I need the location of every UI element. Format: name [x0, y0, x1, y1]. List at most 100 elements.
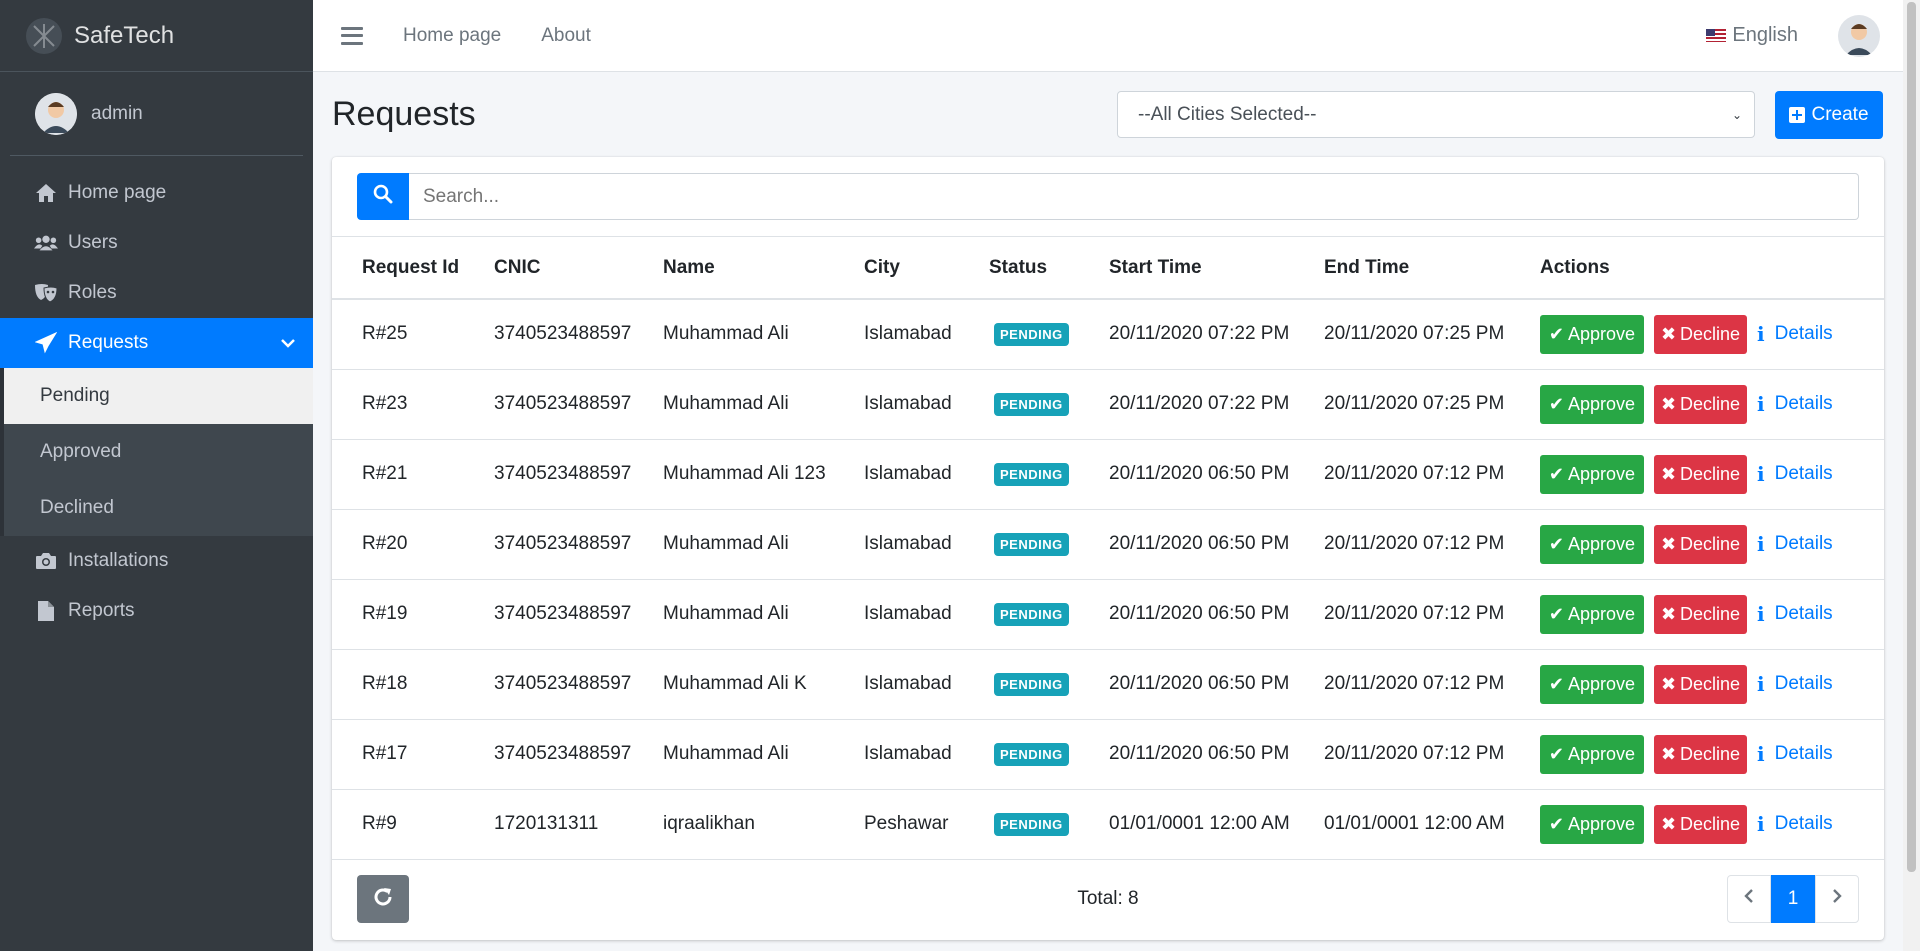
city-cell: Islamabad — [864, 533, 952, 554]
sidebar-item-installations[interactable]: Installations — [0, 536, 313, 586]
requests-card: Request Id CNIC Name City Status Start T… — [332, 157, 1884, 940]
next-page-button[interactable] — [1815, 875, 1859, 923]
navbar-user-avatar[interactable] — [1838, 14, 1880, 57]
sidebar-item-label: Requests — [68, 332, 149, 353]
nav-link-home[interactable]: Home page — [403, 25, 501, 47]
language-label: English — [1732, 24, 1798, 46]
user-panel[interactable]: admin — [10, 72, 303, 156]
approve-button[interactable]: ✔ Approve — [1540, 804, 1644, 844]
column-header[interactable]: Request Id — [332, 237, 494, 299]
name-cell: iqraalikhan — [663, 813, 755, 834]
sidebar-item-label: Home page — [68, 182, 167, 203]
brand-link[interactable]: SafeTech — [0, 0, 313, 72]
sidebar-item-roles[interactable]: Roles — [0, 268, 313, 318]
details-link[interactable]: i Details — [1757, 602, 1833, 626]
approve-button[interactable]: ✔ Approve — [1540, 734, 1644, 774]
submenu-item-approved[interactable]: Approved — [0, 424, 313, 480]
end-time-cell: 20/11/2020 07:25 PM — [1324, 323, 1505, 345]
search-button[interactable] — [357, 173, 409, 220]
end-time-cell: 20/11/2020 07:12 PM — [1324, 603, 1505, 624]
approve-label: Approve — [1568, 813, 1636, 834]
us-flag-icon — [1706, 29, 1727, 42]
request-id-cell: R#19 — [362, 603, 408, 624]
sidebar-item-reports[interactable]: Reports — [0, 586, 313, 636]
status-badge: PENDING — [994, 322, 1069, 346]
decline-label: Decline — [1680, 603, 1741, 624]
table-row: R#25 3740523488597 Muhammad Ali Islamabad PE… — [332, 299, 1884, 369]
approve-button[interactable]: ✔ Approve — [1540, 384, 1644, 424]
column-header[interactable]: Name — [663, 237, 864, 299]
home-icon — [34, 181, 58, 205]
city-select-value: --All Cities Selected-- — [1138, 103, 1317, 125]
actions-cell: ✔ Approve ✖ Decline i Details — [1540, 789, 1884, 859]
decline-button[interactable]: ✖ Decline — [1654, 314, 1747, 354]
details-link[interactable]: i Details — [1757, 462, 1833, 486]
masks-icon — [34, 281, 58, 305]
decline-button[interactable]: ✖ Decline — [1654, 734, 1747, 774]
nav-link-about[interactable]: About — [541, 25, 591, 47]
language-selector[interactable]: English — [1706, 24, 1798, 47]
table-row: R#21 3740523488597 Muhammad Ali 123 Islamab… — [332, 439, 1884, 509]
close-icon: ✖ — [1660, 673, 1677, 694]
create-button[interactable]: Create — [1775, 91, 1883, 139]
decline-label: Decline — [1680, 673, 1741, 694]
table-row: R#19 3740523488597 Muhammad Ali Islamabad PE… — [332, 579, 1884, 649]
search-input[interactable] — [409, 173, 1859, 220]
column-header[interactable]: Start Time — [1109, 237, 1324, 299]
table-header-row: Request Id CNIC Name City Status Start T… — [332, 237, 1884, 299]
chevron-down-icon: ⌄ — [1731, 107, 1742, 122]
column-header: Actions — [1540, 256, 1610, 278]
details-link[interactable]: i Details — [1757, 322, 1833, 346]
approve-button[interactable]: ✔ Approve — [1540, 314, 1644, 354]
decline-button[interactable]: ✖ Decline — [1654, 804, 1747, 844]
details-link[interactable]: i Details — [1757, 532, 1833, 556]
page-scrollbar[interactable] — [1903, 0, 1920, 951]
actions-cell: ✔ Approve ✖ Decline i Details — [1540, 579, 1884, 649]
prev-page-button[interactable] — [1727, 875, 1771, 923]
decline-button[interactable]: ✖ Decline — [1654, 664, 1747, 704]
details-label: Details — [1774, 813, 1833, 834]
approve-label: Approve — [1568, 603, 1636, 624]
close-icon: ✖ — [1660, 743, 1677, 764]
city-select[interactable]: --All Cities Selected-- ⌄ — [1117, 91, 1755, 138]
approve-button[interactable]: ✔ Approve — [1540, 594, 1644, 634]
approve-button[interactable]: ✔ Approve — [1540, 454, 1644, 494]
submenu-item-pending[interactable]: Pending — [0, 368, 313, 424]
details-link[interactable]: i Details — [1757, 392, 1833, 416]
details-link[interactable]: i Details — [1757, 672, 1833, 696]
approve-button[interactable]: ✔ Approve — [1540, 524, 1644, 564]
details-link[interactable]: i Details — [1757, 812, 1833, 836]
request-id-cell: R#21 — [362, 463, 408, 484]
column-header[interactable]: CNIC — [494, 237, 663, 299]
refresh-button[interactable] — [357, 875, 409, 923]
end-time-cell: 01/01/0001 12:00 AM — [1324, 813, 1505, 834]
city-cell: Islamabad — [864, 463, 952, 484]
approve-button[interactable]: ✔ Approve — [1540, 664, 1644, 704]
column-header[interactable]: City — [864, 237, 989, 299]
status-badge: PENDING — [994, 672, 1069, 696]
status-cell: PENDING — [989, 299, 1109, 369]
column-header[interactable]: Status — [989, 237, 1109, 299]
actions-cell: ✔ Approve ✖ Decline i Details — [1540, 369, 1884, 439]
scrollbar-thumb[interactable] — [1907, 2, 1916, 872]
page-title: Requests — [332, 94, 476, 133]
decline-button[interactable]: ✖ Decline — [1654, 454, 1747, 494]
page-button[interactable]: 1 — [1771, 875, 1815, 923]
status-badge: PENDING — [994, 742, 1069, 766]
close-icon: ✖ — [1660, 393, 1677, 414]
decline-button[interactable]: ✖ Decline — [1654, 524, 1747, 564]
sidebar-item-users[interactable]: Users — [0, 218, 313, 268]
sidebar-item-requests[interactable]: Requests — [0, 318, 313, 368]
total-count: Total: 8 — [1077, 888, 1139, 909]
status-cell: PENDING — [989, 719, 1109, 789]
decline-button[interactable]: ✖ Decline — [1654, 384, 1747, 424]
close-icon: ✖ — [1660, 533, 1677, 554]
check-icon: ✔ — [1548, 603, 1565, 624]
submenu-item-declined[interactable]: Declined — [0, 480, 313, 536]
submenu-item-label: Approved — [40, 441, 122, 462]
column-header[interactable]: End Time — [1324, 237, 1540, 299]
decline-button[interactable]: ✖ Decline — [1654, 594, 1747, 634]
menu-toggle-icon[interactable] — [341, 26, 363, 45]
sidebar-item-home[interactable]: Home page — [0, 168, 313, 218]
details-link[interactable]: i Details — [1757, 742, 1833, 766]
